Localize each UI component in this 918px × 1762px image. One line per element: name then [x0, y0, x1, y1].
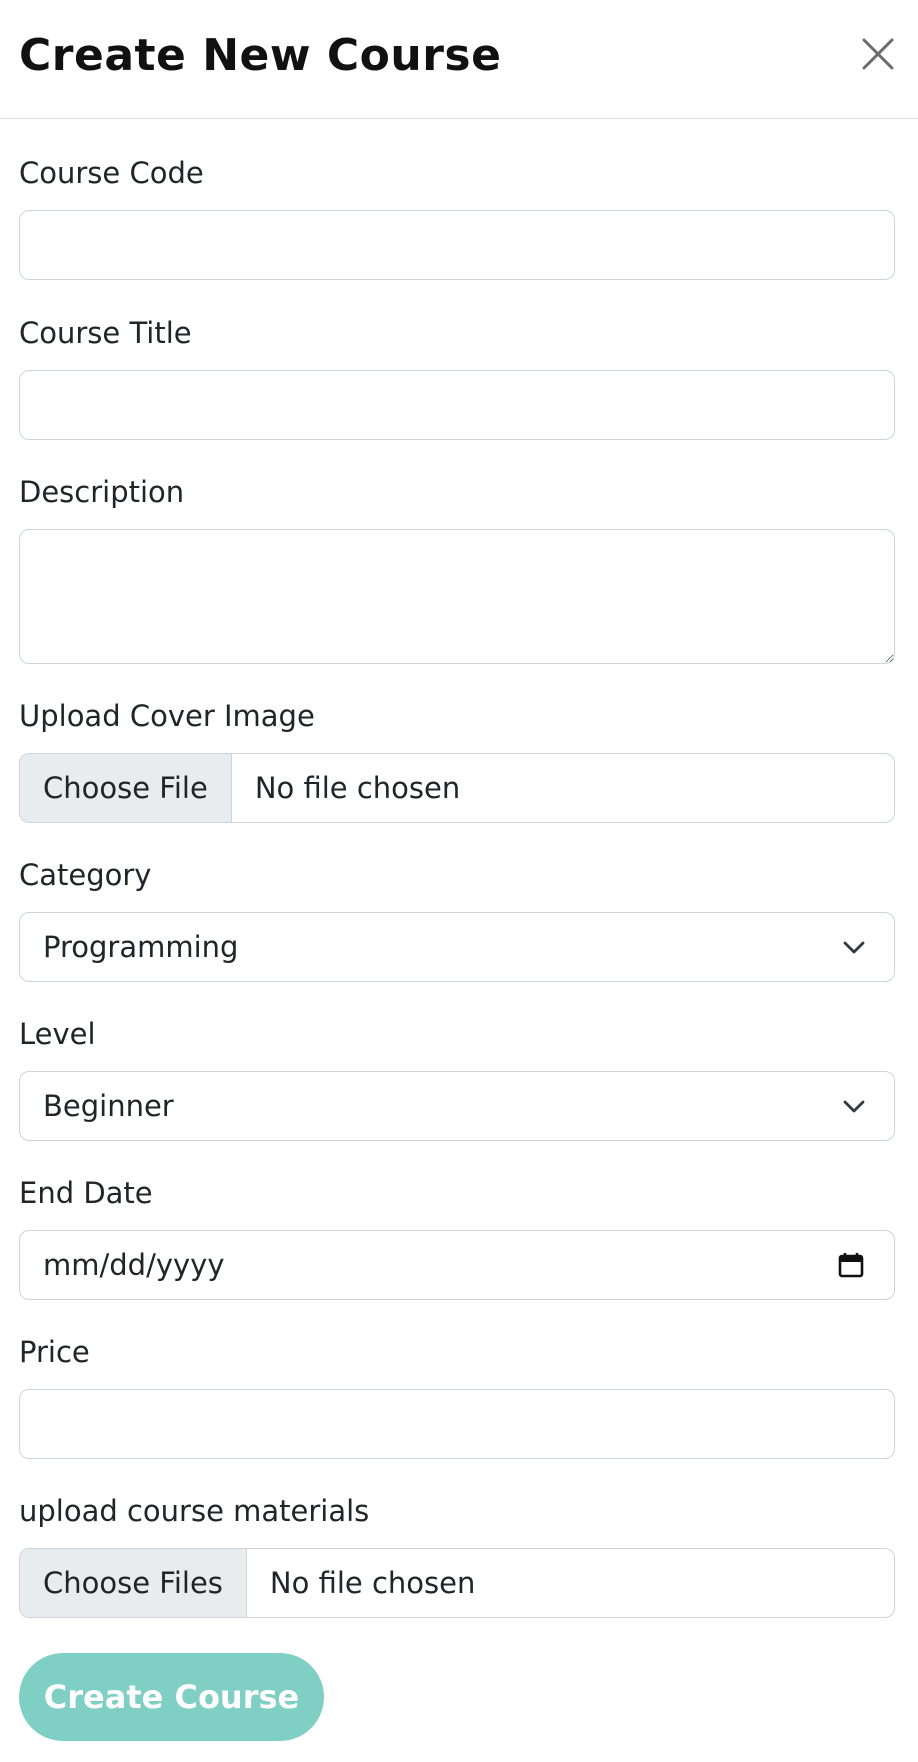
close-icon [862, 38, 894, 70]
price-label: Price [19, 1335, 90, 1369]
description-label: Description [19, 475, 185, 509]
close-button[interactable] [858, 34, 898, 74]
materials-file-input[interactable]: Choose Files No file chosen [19, 1548, 895, 1618]
course-title-input[interactable] [19, 370, 895, 440]
price-input[interactable] [19, 1389, 895, 1459]
materials-label: upload course materials [19, 1494, 370, 1528]
description-textarea[interactable] [19, 529, 895, 664]
level-label: Level [19, 1017, 96, 1051]
end-date-placeholder: mm/dd/yyyy [43, 1248, 225, 1282]
chevron-down-icon [843, 941, 865, 954]
course-code-input[interactable] [19, 210, 895, 280]
modal-title: Create New Course [19, 30, 502, 81]
chevron-down-icon [843, 1100, 865, 1113]
file-status-text: No file chosen [254, 771, 461, 805]
level-select[interactable]: Beginner [19, 1071, 895, 1141]
category-selected-value: Programming [43, 930, 239, 964]
choose-files-button[interactable]: Choose Files [20, 1549, 247, 1617]
end-date-label: End Date [19, 1176, 153, 1210]
end-date-input[interactable]: mm/dd/yyyy [19, 1230, 895, 1300]
course-title-label: Course Title [19, 316, 192, 350]
category-select[interactable]: Programming [19, 912, 895, 982]
choose-file-button[interactable]: Choose File [20, 754, 232, 822]
category-label: Category [19, 858, 152, 892]
materials-file-status: No file chosen [269, 1566, 476, 1600]
cover-image-label: Upload Cover Image [19, 699, 315, 733]
calendar-icon[interactable] [837, 1251, 865, 1279]
level-selected-value: Beginner [43, 1089, 174, 1123]
cover-image-file-input[interactable]: Choose File No file chosen [19, 753, 895, 823]
course-code-label: Course Code [19, 156, 204, 190]
modal-header: Create New Course [0, 0, 918, 119]
create-course-button[interactable]: Create Course [19, 1653, 324, 1741]
